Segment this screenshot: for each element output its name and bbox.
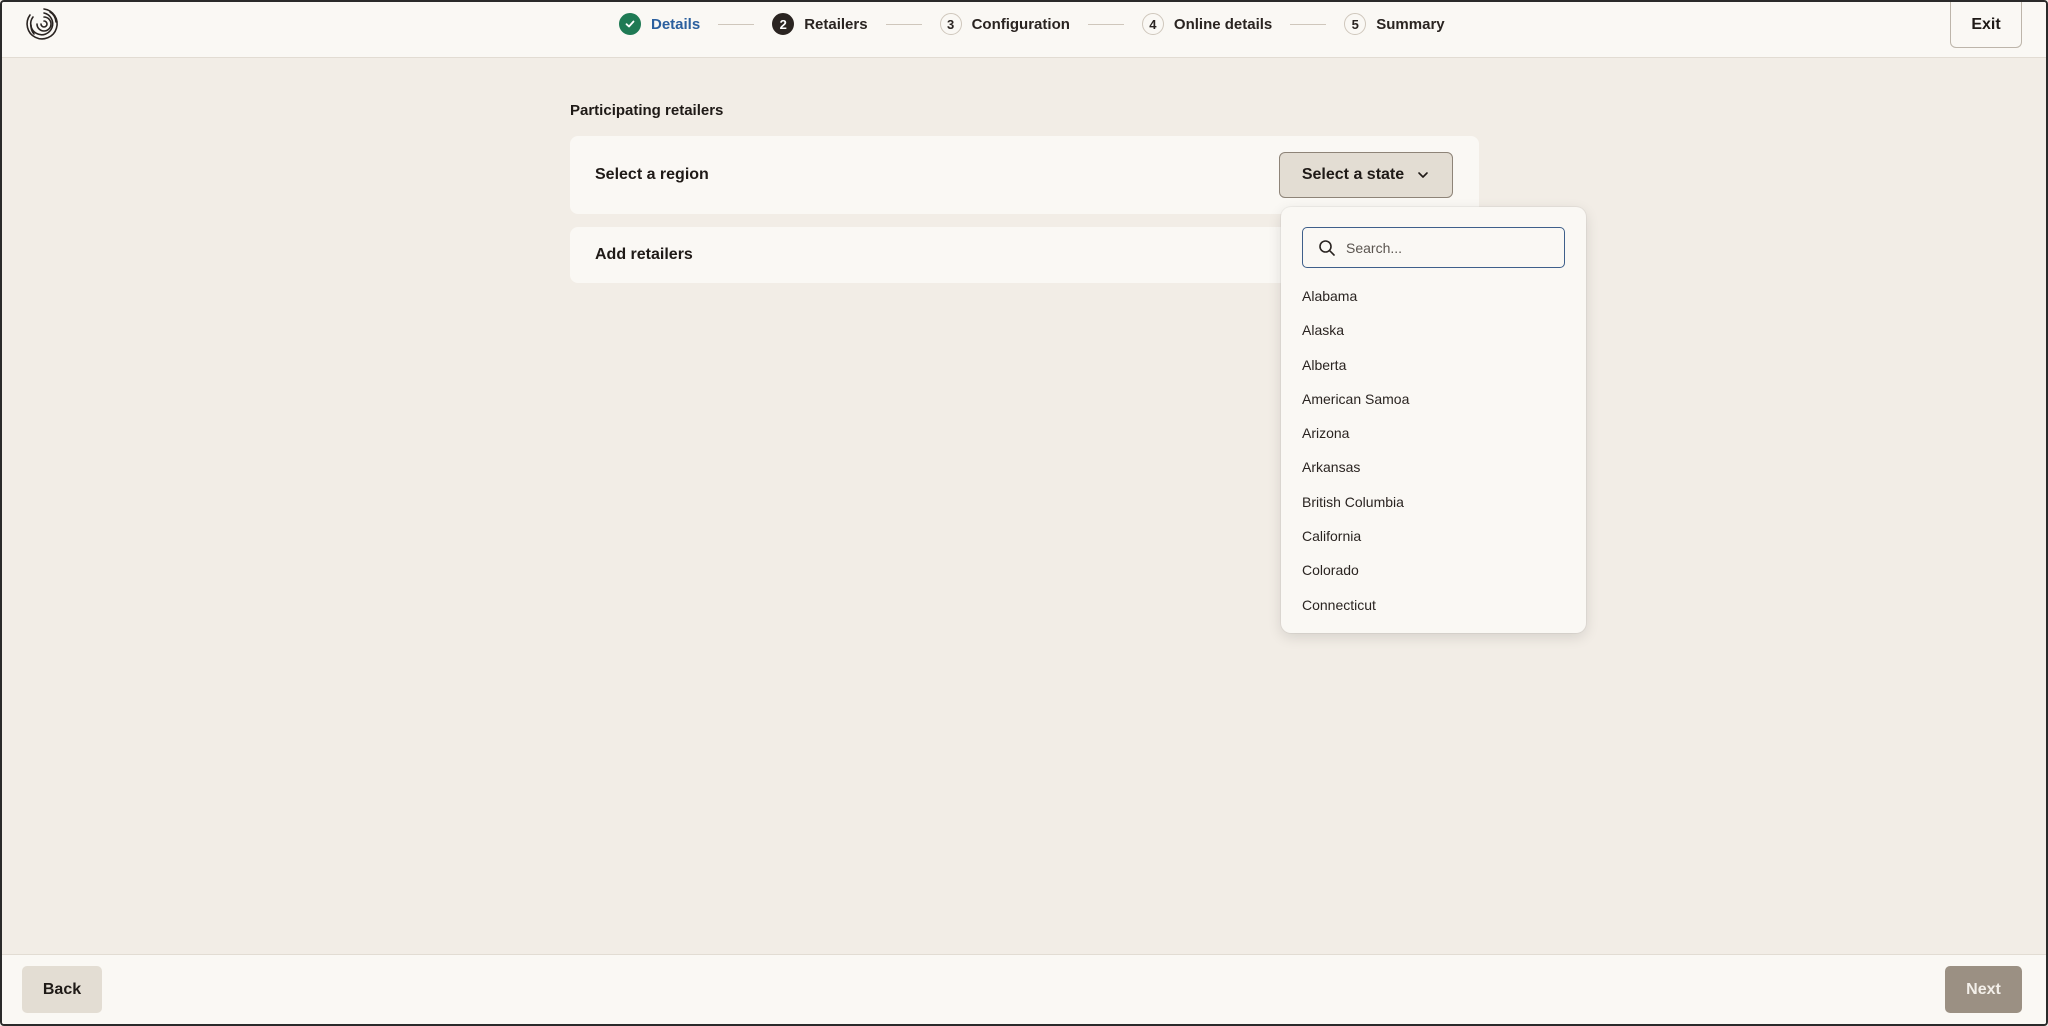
step-retailers[interactable]: 2 Retailers [772,13,868,35]
step-label: Summary [1376,15,1445,33]
select-state-button[interactable]: Select a state [1279,152,1453,198]
step-number: 2 [772,13,795,35]
state-option[interactable]: Colorado [1281,553,1586,587]
step-connector [718,23,755,25]
search-icon [1319,239,1335,256]
state-dropdown: Alabama Alaska Alberta American Samoa Ar… [1281,207,1586,633]
step-connector [885,23,922,25]
search-box[interactable] [1302,227,1565,268]
state-option[interactable]: Arkansas [1281,450,1586,484]
check-icon [619,13,641,35]
select-state-label: Select a state [1301,166,1405,183]
add-retailers-label: Add retailers [595,246,693,263]
step-label: Retailers [804,15,868,33]
state-option[interactable]: Arizona [1281,416,1586,450]
back-button[interactable]: Back [22,966,102,1013]
step-number: 3 [939,13,962,35]
state-option[interactable]: Alaska [1281,313,1586,347]
step-configuration[interactable]: 3 Configuration [939,13,1070,35]
step-number: 5 [1344,13,1367,35]
region-label: Select a region [595,166,709,183]
exit-button[interactable]: Exit [1950,2,2022,48]
step-label: Online details [1173,15,1273,33]
top-bar: Details 2 Retailers 3 Configuration 4 On… [2,2,2046,58]
footer-bar: Back Next [2,954,2046,1024]
state-option[interactable]: British Columbia [1281,485,1586,519]
spiral-logo-icon[interactable] [24,4,64,44]
progress-stepper: Details 2 Retailers 3 Configuration 4 On… [619,12,1445,36]
step-online-details[interactable]: 4 Online details [1141,13,1273,35]
state-option[interactable]: Alberta [1281,348,1586,382]
state-option[interactable]: Alabama [1281,279,1586,313]
step-connector [1087,23,1124,25]
state-option-list: Alabama Alaska Alberta American Samoa Ar… [1281,279,1586,622]
section-title: Participating retailers [570,102,724,119]
step-label: Configuration [971,15,1070,33]
state-option[interactable]: Connecticut [1281,588,1586,622]
step-summary[interactable]: 5 Summary [1344,13,1445,35]
step-connector [1290,23,1327,25]
step-label: Details [651,15,701,33]
next-button[interactable]: Next [1945,966,2022,1013]
state-option[interactable]: American Samoa [1281,382,1586,416]
chevron-down-icon [1418,172,1428,178]
step-number: 4 [1141,13,1164,35]
app-window: Details 2 Retailers 3 Configuration 4 On… [0,0,2048,1026]
state-option[interactable]: California [1281,519,1586,553]
step-details[interactable]: Details [619,13,700,35]
search-input[interactable] [1346,239,1546,256]
